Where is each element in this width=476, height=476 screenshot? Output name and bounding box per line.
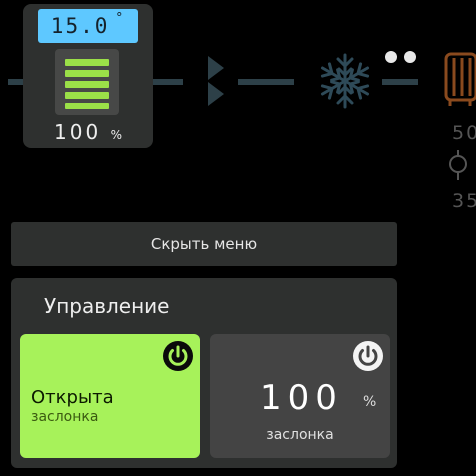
heater-value-bottom: 35 [452, 190, 476, 212]
setpoint-value: 15.0 [50, 14, 110, 38]
snowflake-icon [317, 53, 373, 109]
duct-segment [238, 79, 294, 85]
power-icon[interactable] [352, 340, 384, 372]
damper-icon [55, 49, 119, 115]
power-icon[interactable] [162, 340, 194, 372]
damper-percent-tile-value: 100 [260, 378, 343, 418]
damper-percent-tile-subtitle: заслонка [266, 427, 334, 443]
setpoint-display[interactable]: 15.0 ° [38, 9, 138, 43]
damper-state-subtitle: заслонка [31, 409, 99, 425]
gauge-icon [449, 150, 467, 180]
damper-percent: 100 % [23, 120, 153, 144]
duct-segment-left [8, 79, 24, 85]
damper-percent-tile[interactable]: 100 % заслонка [210, 334, 390, 458]
damper-state-label: Открыта [31, 387, 114, 408]
hide-menu-button[interactable]: Скрыть меню [11, 222, 397, 266]
heater-icon [444, 52, 476, 106]
duct-segment [382, 79, 418, 85]
damper-percent-value: 100 [54, 120, 102, 144]
control-title: Управление [44, 294, 170, 318]
damper-open-tile[interactable]: Открыта заслонка [20, 334, 200, 458]
fan-dots-icon [385, 51, 416, 63]
setpoint-unit: ° [115, 10, 126, 26]
heater-value-top: 50 [452, 122, 476, 144]
damper-card[interactable]: 15.0 ° 100 % [23, 4, 153, 148]
duct-segment [153, 79, 183, 85]
damper-percent-unit: % [110, 128, 122, 142]
flow-arrow-icon [208, 56, 224, 106]
control-panel: Управление Открыта заслонка 100 % заслон… [11, 278, 397, 468]
damper-percent-tile-unit: % [363, 394, 377, 410]
